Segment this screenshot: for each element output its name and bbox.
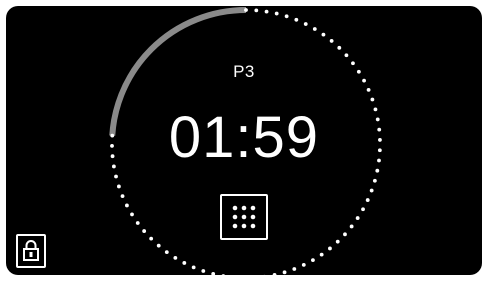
progress-dot xyxy=(191,265,196,270)
progress-dot xyxy=(355,216,360,220)
progress-dot xyxy=(149,236,154,241)
progress-dot xyxy=(321,32,326,37)
progress-dot xyxy=(182,261,187,265)
progress-dot xyxy=(328,246,332,251)
padlock-icon xyxy=(23,240,39,261)
progress-dot xyxy=(292,267,297,271)
progress-dot xyxy=(254,8,259,13)
progress-dot xyxy=(244,8,248,12)
progress-dot xyxy=(369,188,374,193)
progress-dot xyxy=(173,255,178,260)
progress-dot xyxy=(319,252,324,257)
progress-dot xyxy=(142,229,147,233)
progress-dot xyxy=(284,14,289,19)
progress-dot xyxy=(312,27,317,31)
progress-dot xyxy=(344,53,349,58)
progress-dot xyxy=(372,178,377,183)
keypad-button[interactable] xyxy=(220,194,268,240)
progress-dot xyxy=(120,194,125,198)
progress-dot xyxy=(349,224,354,229)
progress-dot xyxy=(337,45,342,50)
progress-dot xyxy=(335,239,340,244)
progress-dot xyxy=(311,258,315,262)
progress-dot xyxy=(164,250,169,254)
program-label: P3 xyxy=(233,62,255,81)
progress-dot xyxy=(114,174,118,179)
progress-dot xyxy=(303,22,308,26)
progress-dot xyxy=(125,203,129,208)
progress-dot xyxy=(156,243,161,248)
progress-dot xyxy=(370,97,375,102)
progress-dot xyxy=(294,17,299,22)
progress-dot xyxy=(201,269,206,273)
lock-button[interactable] xyxy=(16,234,46,268)
progress-dot xyxy=(274,11,279,16)
progress-dot xyxy=(130,212,134,217)
progress-dot xyxy=(135,221,140,225)
progress-dot xyxy=(343,232,347,237)
keypad-grid-icon xyxy=(232,205,256,229)
progress-dot xyxy=(365,198,370,202)
progress-dot xyxy=(301,263,306,267)
progress-dot xyxy=(264,9,269,14)
progress-dot xyxy=(361,207,365,212)
progress-dot xyxy=(329,39,334,43)
countdown-time: 01:59 xyxy=(168,105,320,170)
timer-screen: P3 01:59 xyxy=(6,6,482,275)
progress-dot xyxy=(282,270,287,275)
progress-dot xyxy=(366,88,371,92)
progress-dot xyxy=(117,184,121,189)
